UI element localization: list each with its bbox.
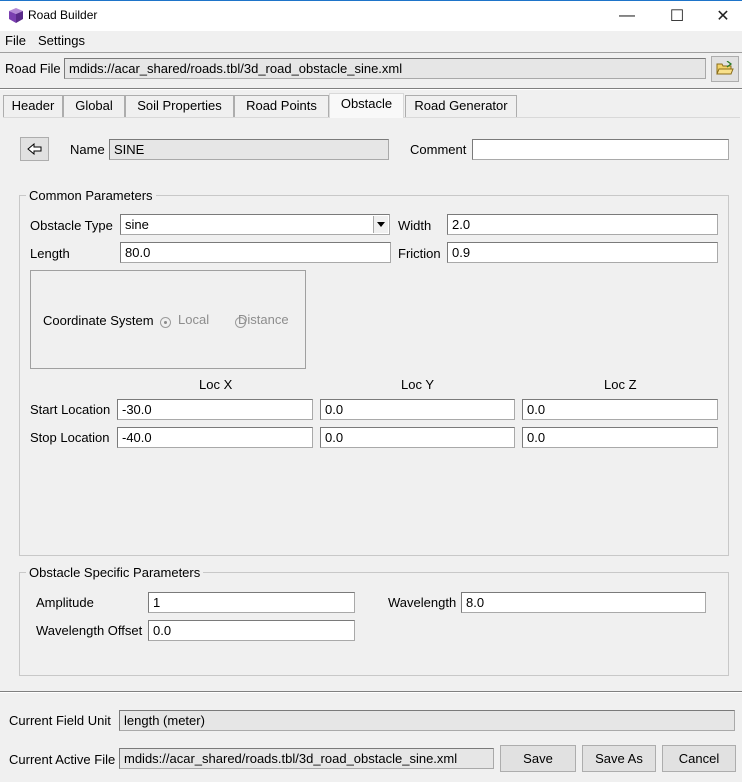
wavelength-label: Wavelength: [388, 595, 457, 610]
loc-z-header: Loc Z: [604, 377, 637, 392]
menu-file[interactable]: File: [5, 33, 26, 48]
browse-button[interactable]: [711, 56, 739, 82]
tab-obstacle[interactable]: Obstacle: [329, 93, 404, 118]
radio-local[interactable]: [160, 317, 171, 329]
radio-local-label: Local: [178, 312, 210, 327]
start-y-field[interactable]: 0.0: [320, 399, 515, 420]
start-location-label: Start Location: [30, 402, 111, 417]
amplitude-label: Amplitude: [36, 595, 94, 610]
window-title: Road Builder: [28, 8, 98, 22]
footer-divider-light: [0, 692, 742, 693]
current-active-file-field: mdids://acar_shared/roads.tbl/3d_road_ob…: [119, 748, 494, 769]
maximize-button[interactable]: ☐: [654, 0, 700, 31]
current-field-unit-label: Current Field Unit: [9, 713, 111, 728]
tab-road-points[interactable]: Road Points: [234, 95, 329, 117]
obstacle-type-label: Obstacle Type: [30, 218, 113, 233]
maximize-icon: ☐: [669, 7, 685, 25]
tab-road-generator[interactable]: Road Generator: [405, 95, 517, 117]
length-field[interactable]: 80.0: [120, 242, 391, 263]
loc-y-header: Loc Y: [401, 377, 435, 392]
radio-distance-label: Distance: [238, 312, 289, 327]
top-divider-light: [0, 89, 742, 90]
name-label: Name: [70, 142, 105, 157]
loc-x-header: Loc X: [199, 377, 233, 392]
stop-x-field[interactable]: -40.0: [117, 427, 313, 448]
tab-soil-properties[interactable]: Soil Properties: [125, 95, 234, 117]
minimize-button[interactable]: —: [604, 0, 650, 31]
friction-label: Friction: [398, 246, 441, 261]
close-button[interactable]: ✕: [700, 0, 742, 31]
current-active-file-label: Current Active File: [9, 752, 116, 767]
close-icon: ✕: [716, 7, 730, 25]
back-button[interactable]: [20, 137, 49, 161]
app-logo-icon: [9, 8, 23, 23]
chevron-down-icon: [377, 222, 385, 227]
tab-header[interactable]: Header: [3, 95, 63, 117]
comment-label: Comment: [410, 142, 467, 157]
coordinate-system-label: Coordinate System: [43, 313, 154, 328]
common-parameters-title: Common Parameters: [26, 188, 156, 203]
save-as-button[interactable]: Save As: [582, 745, 656, 772]
tab-global[interactable]: Global: [63, 95, 125, 117]
name-field[interactable]: SINE: [109, 139, 389, 160]
obstacle-type-value: sine: [125, 217, 149, 232]
specific-parameters-title: Obstacle Specific Parameters: [26, 565, 204, 580]
friction-field[interactable]: 0.9: [447, 242, 718, 263]
dropdown-button[interactable]: [373, 216, 388, 233]
length-label: Length: [30, 246, 70, 261]
start-z-field[interactable]: 0.0: [522, 399, 718, 420]
width-field[interactable]: 2.0: [447, 214, 718, 235]
menu-divider: [0, 52, 742, 53]
menu-settings[interactable]: Settings: [38, 33, 85, 48]
cancel-button[interactable]: Cancel: [662, 745, 736, 772]
obstacle-type-select[interactable]: sine: [120, 214, 390, 235]
road-file-field[interactable]: mdids://acar_shared/roads.tbl/3d_road_ob…: [64, 58, 706, 79]
minimize-icon: —: [619, 6, 635, 24]
wavelength-field[interactable]: 8.0: [461, 592, 706, 613]
menu-bar: [0, 31, 742, 51]
amplitude-field[interactable]: 1: [148, 592, 355, 613]
arrow-left-icon: [26, 142, 41, 155]
open-folder-icon: [716, 60, 734, 75]
save-button[interactable]: Save: [500, 745, 576, 772]
stop-location-label: Stop Location: [30, 430, 110, 445]
width-label: Width: [398, 218, 432, 233]
stop-y-field[interactable]: 0.0: [320, 427, 515, 448]
start-x-field[interactable]: -30.0: [117, 399, 313, 420]
wavelength-offset-field[interactable]: 0.0: [148, 620, 355, 641]
road-file-label: Road File: [5, 61, 61, 76]
comment-field[interactable]: [472, 139, 729, 160]
stop-z-field[interactable]: 0.0: [522, 427, 718, 448]
wavelength-offset-label: Wavelength Offset: [36, 623, 143, 638]
current-field-unit-field: length (meter): [119, 710, 735, 731]
